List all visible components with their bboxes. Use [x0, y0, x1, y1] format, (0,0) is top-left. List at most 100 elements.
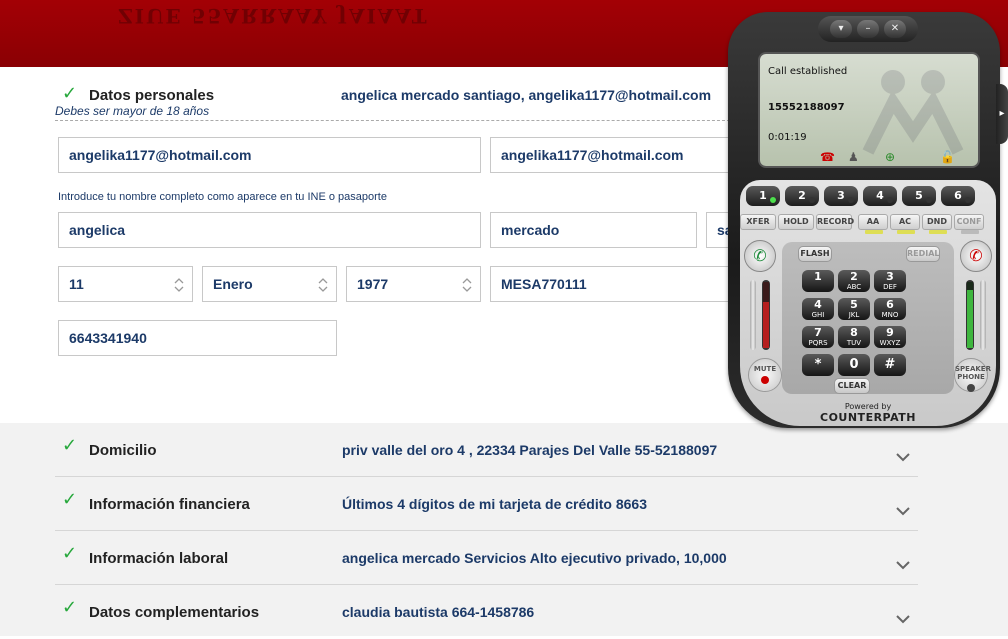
updown-arrow-icon — [318, 276, 328, 294]
key-7[interactable]: 7 PQRS — [802, 326, 834, 348]
conf-button[interactable]: CONF — [954, 214, 984, 234]
dial-keypad: FLASH REDIAL 1 2 ABC 3 DEF 4 GHI 5 JKL 6 MNO … — [782, 242, 954, 394]
key-letters: TUV — [846, 339, 862, 347]
chevron-down-icon[interactable] — [896, 503, 910, 516]
key-letters: JKL — [848, 311, 860, 319]
end-call-icon[interactable]: ✆ — [960, 240, 992, 272]
line-button-3[interactable]: 3 — [824, 186, 858, 206]
birth-year-value: 1977 — [357, 276, 389, 292]
close-icon[interactable]: ✕ — [884, 20, 906, 38]
phone-field[interactable]: 6643341940 — [58, 320, 337, 356]
mute-button[interactable]: MUTE — [748, 358, 782, 392]
key-digit: # — [884, 357, 896, 372]
key-digit: 7 — [814, 326, 822, 339]
key-5[interactable]: 5 JKL — [838, 298, 870, 320]
brand-logo: CounterPath — [820, 411, 916, 424]
name-note: Introduce tu nombre completo como aparec… — [58, 191, 387, 203]
ac-button[interactable]: AC — [890, 214, 920, 234]
key-letters: DEF — [883, 283, 897, 291]
minimize-icon[interactable]: – — [857, 20, 879, 38]
section-row-financiera[interactable]: ✓ Información financiera Últimos 4 dígit… — [55, 477, 918, 531]
check-icon: ✓ — [62, 597, 78, 618]
aa-button[interactable]: AA — [858, 214, 888, 234]
window-controls: ▾ – ✕ — [818, 16, 918, 42]
check-icon: ✓ — [62, 83, 78, 104]
conf-label: CONF — [956, 217, 982, 226]
chevron-down-icon[interactable] — [896, 449, 910, 462]
key-star[interactable]: * — [802, 354, 834, 376]
birth-day-select[interactable]: 11 — [58, 266, 193, 302]
key-hash[interactable]: # — [874, 354, 906, 376]
email-confirm-field[interactable]: angelika1177@hotmail.com — [490, 137, 740, 173]
phone-value: 6643341940 — [69, 330, 147, 346]
call-number: 15552188097 — [768, 102, 845, 113]
birth-month-select[interactable]: Enero — [202, 266, 337, 302]
email-value: angelika1177@hotmail.com — [69, 147, 252, 163]
xfer-button[interactable]: XFER — [740, 214, 776, 230]
powered-by-text: Powered by — [844, 402, 892, 411]
line-button-4[interactable]: 4 — [863, 186, 897, 206]
key-digit: * — [814, 357, 822, 372]
chevron-down-icon[interactable] — [896, 557, 910, 570]
dnd-label: DND — [927, 217, 947, 226]
key-letters: MNO — [881, 311, 899, 319]
key-digit: 6 — [886, 298, 894, 311]
rfc-value: MESA770111 — [501, 276, 587, 292]
key-digit: 2 — [850, 270, 858, 283]
clear-button[interactable]: CLEAR — [834, 378, 870, 394]
key-3[interactable]: 3 DEF — [874, 270, 906, 292]
line-label: 3 — [837, 189, 845, 202]
add-contact-icon[interactable]: ⊕ — [885, 150, 895, 164]
line-button-2[interactable]: 2 — [785, 186, 819, 206]
birth-year-select[interactable]: 1977 — [346, 266, 481, 302]
lock-open-icon[interactable]: 🔓 — [940, 150, 955, 164]
phone-icon[interactable]: ☎ — [820, 150, 835, 164]
flash-button[interactable]: FLASH — [798, 246, 832, 262]
key-9[interactable]: 9 WXYZ — [874, 326, 906, 348]
aa-label: AA — [866, 217, 880, 226]
hold-button[interactable]: HOLD — [778, 214, 814, 230]
expand-side-panel-button[interactable]: ▸ — [996, 84, 1008, 144]
divider — [55, 120, 735, 121]
record-button[interactable]: RECORD — [816, 214, 854, 230]
dnd-button[interactable]: DND — [922, 214, 952, 234]
key-1[interactable]: 1 — [802, 270, 834, 292]
email-field[interactable]: angelika1177@hotmail.com — [58, 137, 481, 173]
key-digit: 9 — [886, 326, 894, 339]
last-name-1-value: mercado — [501, 222, 560, 238]
section-title: Domicilio — [89, 442, 157, 459]
speakerphone-button[interactable]: SPEAKER PHONE — [954, 358, 991, 392]
section-row-complementarios[interactable]: ✓ Datos complementarios claudia bautista… — [55, 585, 918, 639]
key-letters: WXYZ — [879, 339, 901, 347]
call-status: Call established — [768, 66, 848, 77]
key-2[interactable]: 2 ABC — [838, 270, 870, 292]
key-0[interactable]: 0 — [838, 354, 870, 376]
counterpath-watermark — [862, 70, 964, 155]
key-4[interactable]: 4 GHI — [802, 298, 834, 320]
key-8[interactable]: 8 TUV — [838, 326, 870, 348]
mic-volume-slider[interactable] — [750, 280, 756, 350]
header-mirrored-text: ZIUE 55ARRAAY JAIAAT — [118, 4, 429, 28]
line-button-6[interactable]: 6 — [941, 186, 975, 206]
section-summary: angelica mercado Servicios Alto ejecutiv… — [342, 550, 727, 566]
menu-dropdown-icon[interactable]: ▾ — [830, 20, 852, 38]
section-row-laboral[interactable]: ✓ Información laboral angelica mercado S… — [55, 531, 918, 585]
redial-button[interactable]: REDIAL — [906, 246, 940, 262]
line-button-5[interactable]: 5 — [902, 186, 936, 206]
chevron-down-icon[interactable] — [896, 611, 910, 624]
key-digit: 4 — [814, 298, 822, 311]
speaker-volume-slider[interactable] — [980, 280, 986, 350]
line-label: 4 — [876, 189, 884, 202]
last-name-1-field[interactable]: mercado — [490, 212, 697, 248]
key-6[interactable]: 6 MNO — [874, 298, 906, 320]
line-label: 5 — [915, 189, 923, 202]
rfc-field[interactable]: MESA770111 — [490, 266, 740, 302]
age-hint: Debes ser mayor de 18 años — [55, 104, 210, 118]
section-summary: priv valle del oro 4 , 22334 Parajes Del… — [342, 442, 718, 458]
contact-icon[interactable]: ♟ — [848, 150, 859, 164]
line-button-1[interactable]: 1 — [746, 186, 780, 206]
first-name-field[interactable]: angelica — [58, 212, 481, 248]
answer-call-icon[interactable]: ✆ — [744, 240, 776, 272]
check-icon: ✓ — [62, 435, 78, 456]
key-digit: 3 — [886, 270, 894, 283]
